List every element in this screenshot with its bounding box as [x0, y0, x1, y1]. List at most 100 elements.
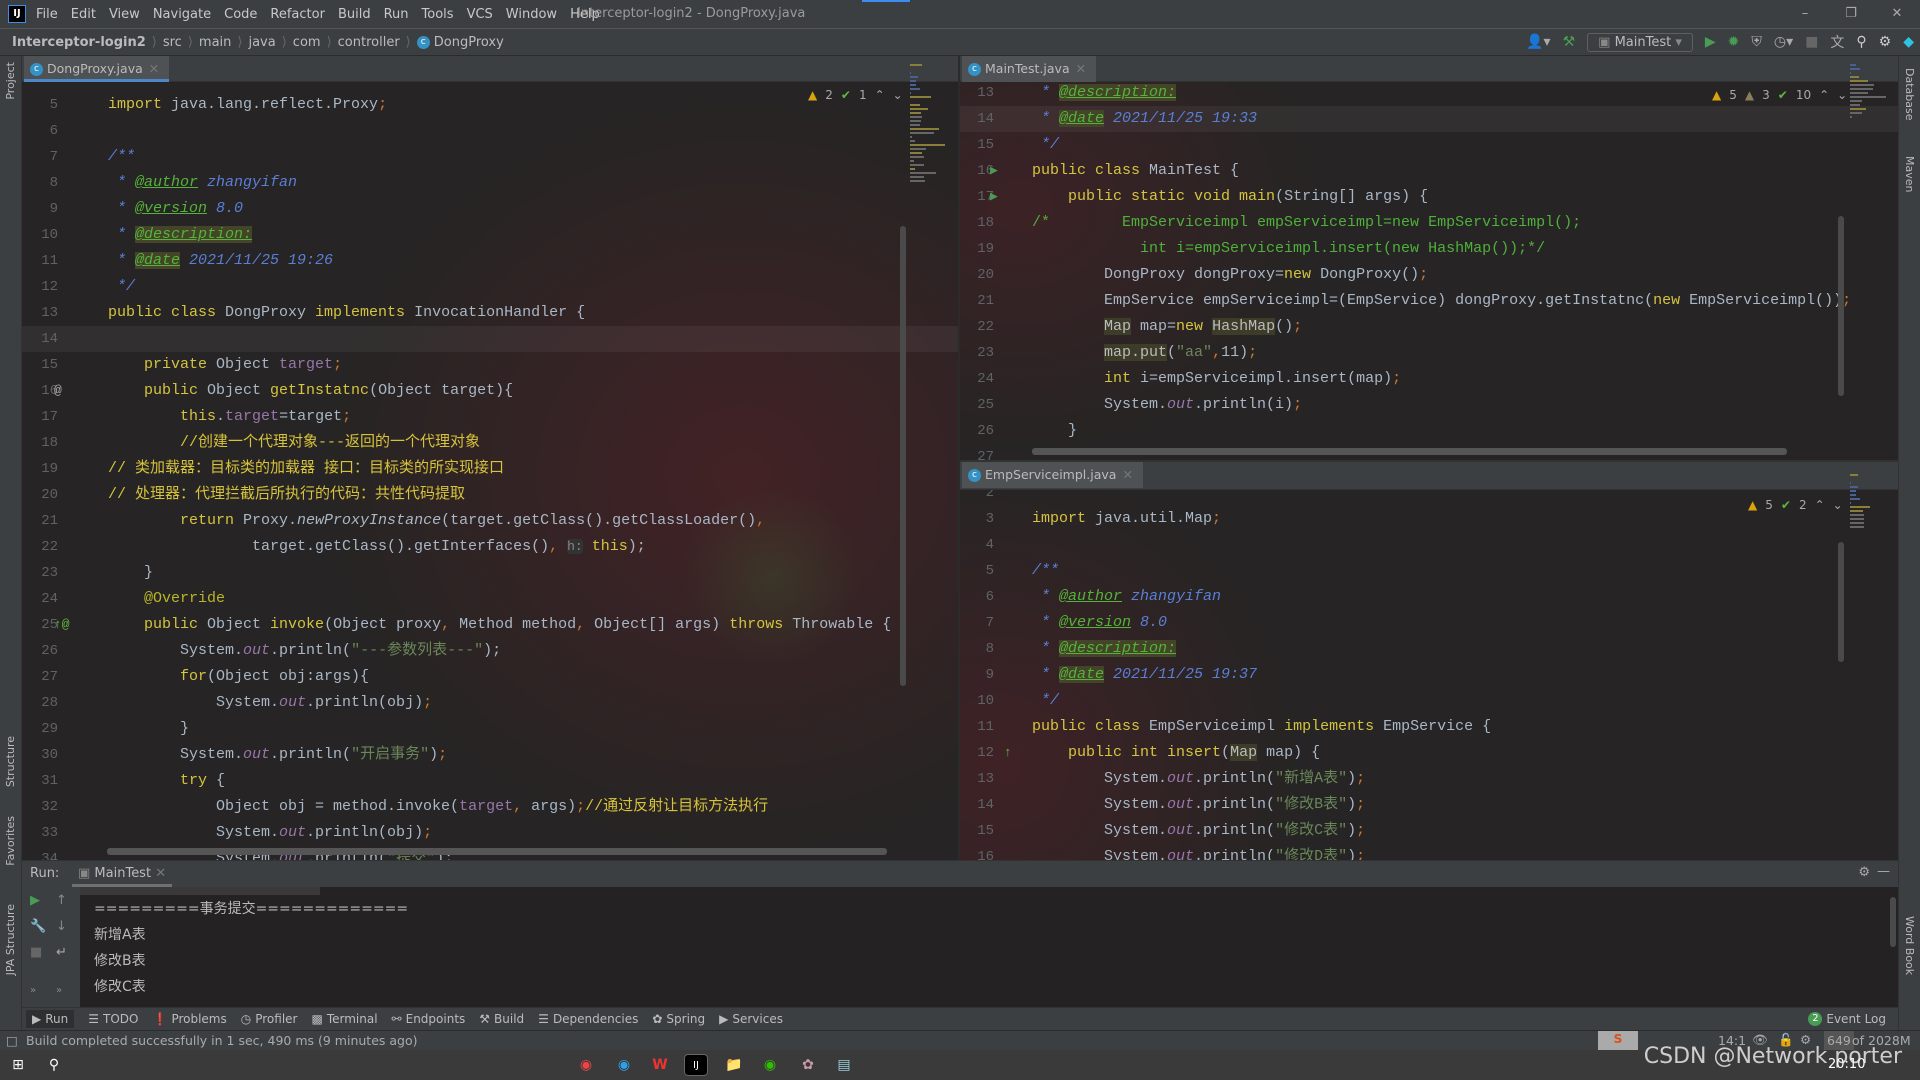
tool-build[interactable]: ⚒ Build — [479, 1012, 524, 1026]
code-line[interactable]: 30 System.out.println("开启事务"); — [22, 742, 958, 768]
code-line[interactable]: 22 Map map=new HashMap(); — [960, 314, 1898, 340]
code-line[interactable]: 17 this.target=target; — [22, 404, 958, 430]
settings-icon[interactable]: ⚙ — [1858, 865, 1870, 880]
code-line[interactable]: 15 System.out.println("修改C表"); — [960, 818, 1898, 844]
word-book-tool-button[interactable]: Word Book — [1903, 916, 1916, 975]
next-highlight-icon[interactable]: ⌄ — [1837, 88, 1847, 102]
scroll-down-icon[interactable]: ↓ — [56, 919, 67, 934]
user-icon[interactable]: 👤▾ — [1526, 34, 1550, 50]
code-line[interactable]: 15 */ — [960, 132, 1898, 158]
vertical-scrollbar[interactable] — [1838, 216, 1844, 396]
editor-maintest[interactable]: c MainTest.java ✕ 13 * @description: 14 * @… — [960, 56, 1898, 460]
horizontal-scrollbar[interactable] — [107, 848, 887, 855]
breadcrumb-project[interactable]: Interceptor-login2 — [12, 35, 146, 50]
tab-maintest[interactable]: c MainTest.java ✕ — [962, 56, 1097, 82]
code-line[interactable]: 19 int i=empServiceimpl.insert(new HashM… — [960, 236, 1898, 262]
code-line[interactable]: 9 * @version 8.0 — [22, 196, 958, 222]
tool-run[interactable]: ▶ Run — [26, 1010, 75, 1028]
scroll-up-icon[interactable]: ↑ — [56, 893, 67, 908]
debug-icon[interactable]: ✹ — [1728, 34, 1740, 50]
breadcrumb-class[interactable]: DongProxy — [434, 35, 504, 50]
intellij-icon[interactable]: IJ — [684, 1054, 708, 1076]
structure-tool-button[interactable]: Structure — [4, 736, 17, 787]
prev-highlight-icon[interactable]: ⌃ — [875, 88, 885, 102]
tool-todo[interactable]: ☰ TODO — [88, 1012, 138, 1026]
code-line[interactable]: 16 System.out.println("修改D表"); — [960, 844, 1898, 860]
more-icon[interactable]: » — [30, 985, 36, 996]
code-line[interactable]: 25 System.out.println(i); — [960, 392, 1898, 418]
soft-wrap-icon[interactable]: ↵ — [56, 945, 67, 960]
next-highlight-icon[interactable]: ⌄ — [893, 88, 903, 102]
code-line[interactable]: 4 — [960, 532, 1898, 558]
code-line[interactable]: 32 Object obj = method.invoke(target, ar… — [22, 794, 958, 820]
prev-highlight-icon[interactable]: ⌃ — [1815, 498, 1825, 512]
notepad-icon[interactable]: ▤ — [832, 1054, 856, 1076]
menu-window[interactable]: Window — [506, 7, 557, 22]
breadcrumb-src[interactable]: src — [163, 35, 182, 50]
prev-highlight-icon[interactable]: ⌃ — [1819, 88, 1829, 102]
code-line[interactable]: 25 ↑@ public Object invoke(Object proxy, … — [22, 612, 958, 638]
code-line[interactable]: 9 * @date 2021/11/25 19:37 — [960, 662, 1898, 688]
minimap[interactable] — [1848, 466, 1888, 850]
code-line[interactable]: 7 /** — [22, 144, 958, 170]
menu-view[interactable]: View — [109, 7, 140, 22]
code-line[interactable]: 23 map.put("aa",11); — [960, 340, 1898, 366]
run-config-select[interactable]: ▣ MainTest ▾ — [1587, 32, 1693, 52]
close-tab-icon[interactable]: ✕ — [149, 61, 159, 76]
code-line[interactable]: 16 ▶ public class MainTest { — [960, 158, 1898, 184]
code-line[interactable]: 20 DongProxy dongProxy=new DongProxy(); — [960, 262, 1898, 288]
translate-icon[interactable]: 文 — [1830, 32, 1844, 52]
inspection-widget[interactable]: ▲ 5 ▲ 3 ✔ 10 ⌃ ⌄ — [1712, 88, 1848, 102]
tool-event-log[interactable]: 2 Event Log — [1808, 1012, 1886, 1026]
code-line[interactable]: 12 */ — [22, 274, 958, 300]
code-line[interactable]: 16 @ public Object getInstatnc(Object tar… — [22, 378, 958, 404]
code-line[interactable]: 11 * @date 2021/11/25 19:26 — [22, 248, 958, 274]
jetbrains-icon[interactable]: ◆ — [1903, 34, 1914, 50]
menu-code[interactable]: Code — [224, 7, 257, 22]
close-tab-icon[interactable]: ✕ — [1076, 61, 1086, 76]
code-line[interactable]: 8 * @author zhangyifan — [22, 170, 958, 196]
code-line[interactable]: 31 try { — [22, 768, 958, 794]
search-icon[interactable]: ⚲ — [42, 1054, 66, 1076]
code-line[interactable]: 18 //创建一个代理对象---返回的一个代理对象 — [22, 430, 958, 456]
project-tool-button[interactable]: Project — [4, 62, 17, 100]
wps-icon[interactable]: W — [648, 1054, 672, 1076]
menu-refactor[interactable]: Refactor — [270, 7, 325, 22]
edge-icon[interactable]: ◉ — [612, 1054, 636, 1076]
coverage-icon[interactable]: ⛨ — [1751, 34, 1762, 50]
code-line[interactable]: 24 int i=empServiceimpl.insert(map); — [960, 366, 1898, 392]
code-line[interactable]: 29 } — [22, 716, 958, 742]
console-scrollbar[interactable] — [1890, 897, 1896, 947]
search-icon[interactable]: ⚲ — [1856, 34, 1866, 50]
restore-icon[interactable]: ❐ — [1828, 0, 1874, 28]
code-line[interactable]: 6 — [22, 118, 958, 144]
code-area[interactable]: 13 * @description: 14 * @date 2021/11/25 … — [960, 82, 1898, 460]
code-line[interactable]: 12 ↑ public int insert(Map map) { — [960, 740, 1898, 766]
database-tool-button[interactable]: Database — [1903, 68, 1916, 121]
code-line[interactable]: 23 } — [22, 560, 958, 586]
next-highlight-icon[interactable]: ⌄ — [1833, 498, 1843, 512]
horizontal-scrollbar[interactable] — [1032, 448, 1787, 455]
implements-marker-icon[interactable]: ↑ — [1004, 740, 1012, 766]
menu-navigate[interactable]: Navigate — [153, 7, 211, 22]
tool-dependencies[interactable]: ☰ Dependencies — [538, 1012, 638, 1026]
menu-build[interactable]: Build — [338, 7, 371, 22]
breadcrumb-controller[interactable]: controller — [338, 35, 400, 50]
wechat-icon[interactable]: ◉ — [758, 1054, 782, 1076]
settings-icon[interactable]: ⚙ — [1879, 34, 1892, 50]
code-line[interactable]: 11 public class EmpServiceimpl implements… — [960, 714, 1898, 740]
tool-services[interactable]: ▶ Services — [719, 1012, 783, 1026]
vertical-scrollbar[interactable] — [1838, 542, 1844, 662]
minimize-icon[interactable]: – — [1782, 0, 1828, 28]
code-line[interactable]: 14 System.out.println("修改B表"); — [960, 792, 1898, 818]
close-tab-icon[interactable]: ✕ — [1122, 467, 1132, 482]
override-marker-icon[interactable]: @ — [54, 378, 62, 404]
code-line[interactable]: 21 EmpService empServiceimpl=(EmpService… — [960, 288, 1898, 314]
menu-tools[interactable]: Tools — [422, 7, 454, 22]
implements-marker-icon[interactable]: ↑@ — [54, 612, 70, 638]
code-line[interactable]: 6 * @author zhangyifan — [960, 584, 1898, 610]
more-icon[interactable]: » — [56, 985, 62, 996]
code-line[interactable]: 10 * @description: — [22, 222, 958, 248]
code-line[interactable]: 24 @Override — [22, 586, 958, 612]
menu-edit[interactable]: Edit — [71, 7, 96, 22]
